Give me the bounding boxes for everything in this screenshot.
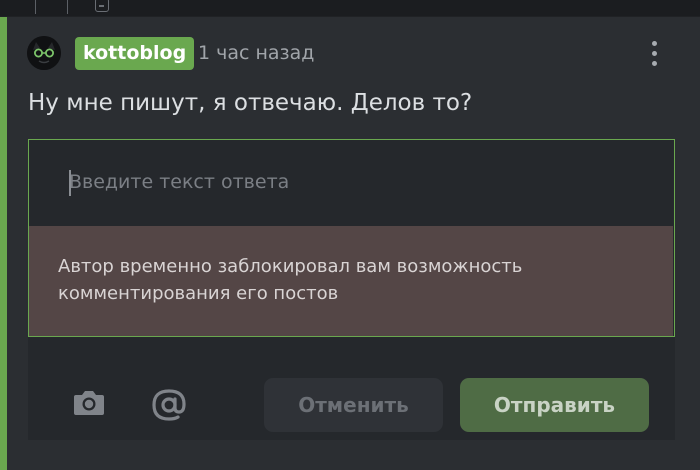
blocked-notice: Автор временно заблокировал вам возможно… bbox=[29, 226, 673, 336]
reply-text-input[interactable] bbox=[29, 140, 673, 224]
comment-thread-bar[interactable] bbox=[0, 17, 7, 470]
avatar[interactable] bbox=[27, 36, 61, 70]
blocked-notice-line: Автор временно заблокировал вам возможно… bbox=[58, 256, 523, 277]
cancel-button[interactable]: Отменить bbox=[264, 378, 443, 432]
blocked-notice-line: комментирования его постов bbox=[58, 283, 339, 304]
reply-actions-bar: Отменить Отправить bbox=[28, 337, 675, 440]
thread-line bbox=[35, 0, 36, 14]
comment-card: kottoblog 1 час назад Ну мне пишут, я от… bbox=[0, 17, 700, 470]
thread-line bbox=[67, 0, 68, 14]
reply-box: Автор временно заблокировал вам возможно… bbox=[28, 139, 675, 337]
text-cursor bbox=[69, 170, 71, 196]
comment-timestamp[interactable]: 1 час назад bbox=[198, 39, 314, 67]
camera-icon[interactable] bbox=[72, 387, 106, 417]
at-sign-icon[interactable] bbox=[150, 387, 188, 423]
author-username[interactable]: kottoblog bbox=[75, 37, 195, 70]
collapse-icon[interactable] bbox=[95, 0, 109, 12]
comment-text: Ну мне пишут, я отвечаю. Делов то? bbox=[28, 90, 473, 116]
more-options-icon[interactable] bbox=[644, 39, 666, 69]
submit-button[interactable]: Отправить bbox=[460, 378, 649, 432]
previous-content-strip bbox=[0, 0, 700, 16]
